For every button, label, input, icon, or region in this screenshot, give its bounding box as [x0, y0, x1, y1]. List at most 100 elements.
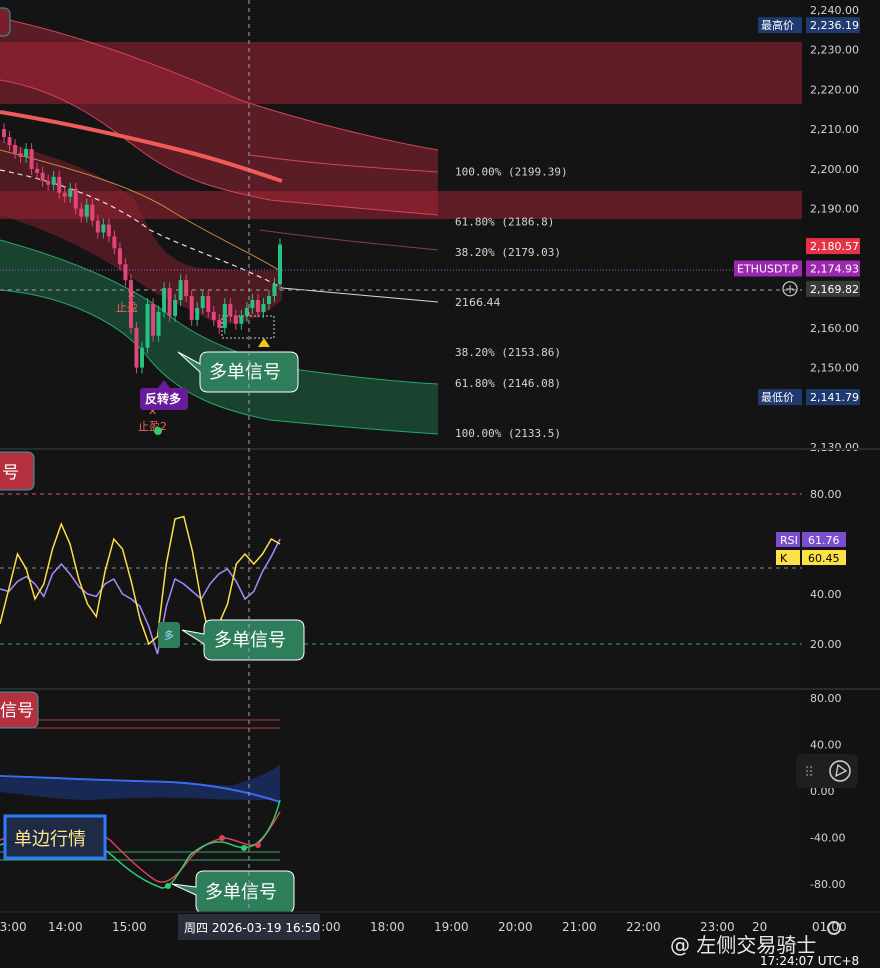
candle-body: [35, 168, 40, 173]
trend-label-text: 单边行情: [14, 829, 86, 850]
plus-icon[interactable]: +: [785, 282, 795, 296]
price-tick-label: 2,150.00: [810, 362, 859, 375]
candle-body: [79, 208, 84, 217]
svg-text:号: 号: [2, 463, 19, 483]
svg-text:多: 多: [164, 629, 174, 642]
k-value: 60.45: [808, 552, 840, 565]
candle-body: [195, 307, 200, 320]
candle-body: [189, 296, 194, 320]
candle-body: [117, 248, 122, 265]
take-profit2-label: 止盈2: [138, 420, 167, 433]
time-tick-label: 20:00: [498, 920, 533, 934]
svg-text:信号: 信号: [0, 701, 34, 721]
price-tick-label: 2,200.00: [810, 163, 859, 176]
candle-body: [233, 315, 238, 324]
candle-body: [228, 303, 233, 316]
candle-body: [162, 288, 167, 312]
candle-body: [244, 307, 249, 316]
price-tick-label: 2,210.00: [810, 123, 859, 136]
rsi-pane[interactable]: 80.00 40.00 20.00 RSI 61.76 K 60.45 号 多 多单信号: [0, 450, 846, 688]
drag-handle-icon[interactable]: ⠿: [804, 765, 814, 781]
rsi-tick-label: 80.00: [810, 488, 842, 501]
symbol-value: 2,174.93: [810, 263, 859, 276]
candle-body: [40, 172, 45, 181]
high-price-value: 2,236.19: [810, 19, 859, 32]
candle-body: [184, 280, 189, 297]
fib-level-label: 100.00% (2133.5): [455, 427, 561, 440]
candle-body: [62, 192, 67, 197]
candle-body: [140, 347, 144, 368]
k-tag-label: K: [780, 552, 788, 565]
candle-body: [272, 284, 277, 297]
price-tick-label: 2,190.00: [810, 203, 859, 216]
candle-body: [255, 300, 260, 312]
oscillator-pane[interactable]: 80.0040.000.00-40.00-80.00 信号 单边行情 多单信号 …: [0, 690, 858, 914]
candle-body: [200, 296, 205, 308]
time-tick-label: 15:00: [112, 920, 147, 934]
osc-tick-label: 80.00: [810, 692, 842, 705]
osc-tick-label: -80.00: [810, 878, 845, 891]
time-tick-label: 21:00: [562, 920, 597, 934]
fib-level-label: 38.20% (2153.86): [455, 346, 561, 359]
candle-body: [239, 315, 244, 324]
time-tick-label: 22:00: [626, 920, 661, 934]
fib-level-label: 38.20% (2179.03): [455, 246, 561, 259]
candle-body: [123, 264, 128, 281]
candle-body: [13, 145, 18, 154]
candle-body: [51, 176, 56, 185]
high-price-tag-label: 最高价: [761, 18, 794, 32]
candle-body: [112, 236, 117, 249]
candle-body: [145, 303, 150, 348]
fib-level-label: 61.80% (2186.8): [455, 215, 554, 228]
candle-body: [84, 204, 89, 217]
price-pane[interactable]: 100.00% (2199.39) 61.80% (2186.8) 38.20% (…: [0, 0, 860, 454]
candle-body: [57, 176, 62, 193]
candle-body: [73, 188, 78, 209]
candle-body: [68, 188, 73, 197]
candle-body: [217, 319, 222, 328]
projection-label: 2166.44: [455, 296, 501, 309]
candle-body: [90, 204, 95, 221]
price-tick-label: 2,130.00: [810, 441, 859, 454]
candle-body: [173, 300, 178, 316]
rsi-tick-label: 40.00: [810, 588, 842, 601]
osc-tick-label: -40.00: [810, 832, 845, 845]
candle-body: [151, 303, 156, 336]
crosshair-price-value: 2,169.82: [810, 283, 859, 296]
candle-body: [278, 244, 282, 285]
candle-body: [266, 296, 271, 304]
candle-body: [2, 129, 6, 138]
candle-body: [46, 180, 51, 185]
candle-body: [222, 303, 227, 328]
chart-canvas[interactable]: 100.00% (2199.39) 61.80% (2186.8) 38.20% (…: [0, 0, 880, 968]
crosshair-time-label: 周四 2026-03-19 16:50: [184, 921, 320, 935]
candle-body: [24, 149, 29, 157]
rsi-long-signal-text: 多单信号: [214, 630, 286, 651]
osc-tick-label: 40.00: [810, 739, 842, 752]
price-tick-label: 2,220.00: [810, 83, 859, 96]
candle-body: [178, 280, 183, 301]
rsi-value: 61.76: [808, 534, 840, 547]
fib-level-label: 100.00% (2199.39): [455, 165, 568, 178]
candle-body: [250, 300, 255, 308]
candle-body: [106, 224, 111, 237]
time-tick-label: 19:00: [434, 920, 469, 934]
candle-body: [261, 303, 266, 312]
price-tick-label: 2,240.00: [810, 4, 859, 17]
time-tick-label: 13:00: [0, 920, 27, 934]
candle-body: [7, 137, 12, 146]
candle-body: [134, 327, 139, 368]
candle-body: [167, 288, 172, 316]
take-profit-label: 止盈: [116, 301, 138, 314]
take-profit-x: ✕: [127, 288, 136, 301]
price-tick-label: 2,160.00: [810, 322, 859, 335]
long-signal-text: 多单信号: [209, 362, 281, 383]
low-price-value: 2,141.79: [810, 391, 859, 404]
reversal-long-label: 反转多: [145, 391, 181, 406]
price-tick-label: 2,230.00: [810, 44, 859, 57]
candle-body: [95, 220, 100, 233]
candle-body: [211, 311, 216, 320]
rsi-tag-label: RSI: [780, 534, 798, 547]
candle-body: [29, 149, 34, 169]
osc-long-signal-text: 多单信号: [205, 882, 277, 903]
